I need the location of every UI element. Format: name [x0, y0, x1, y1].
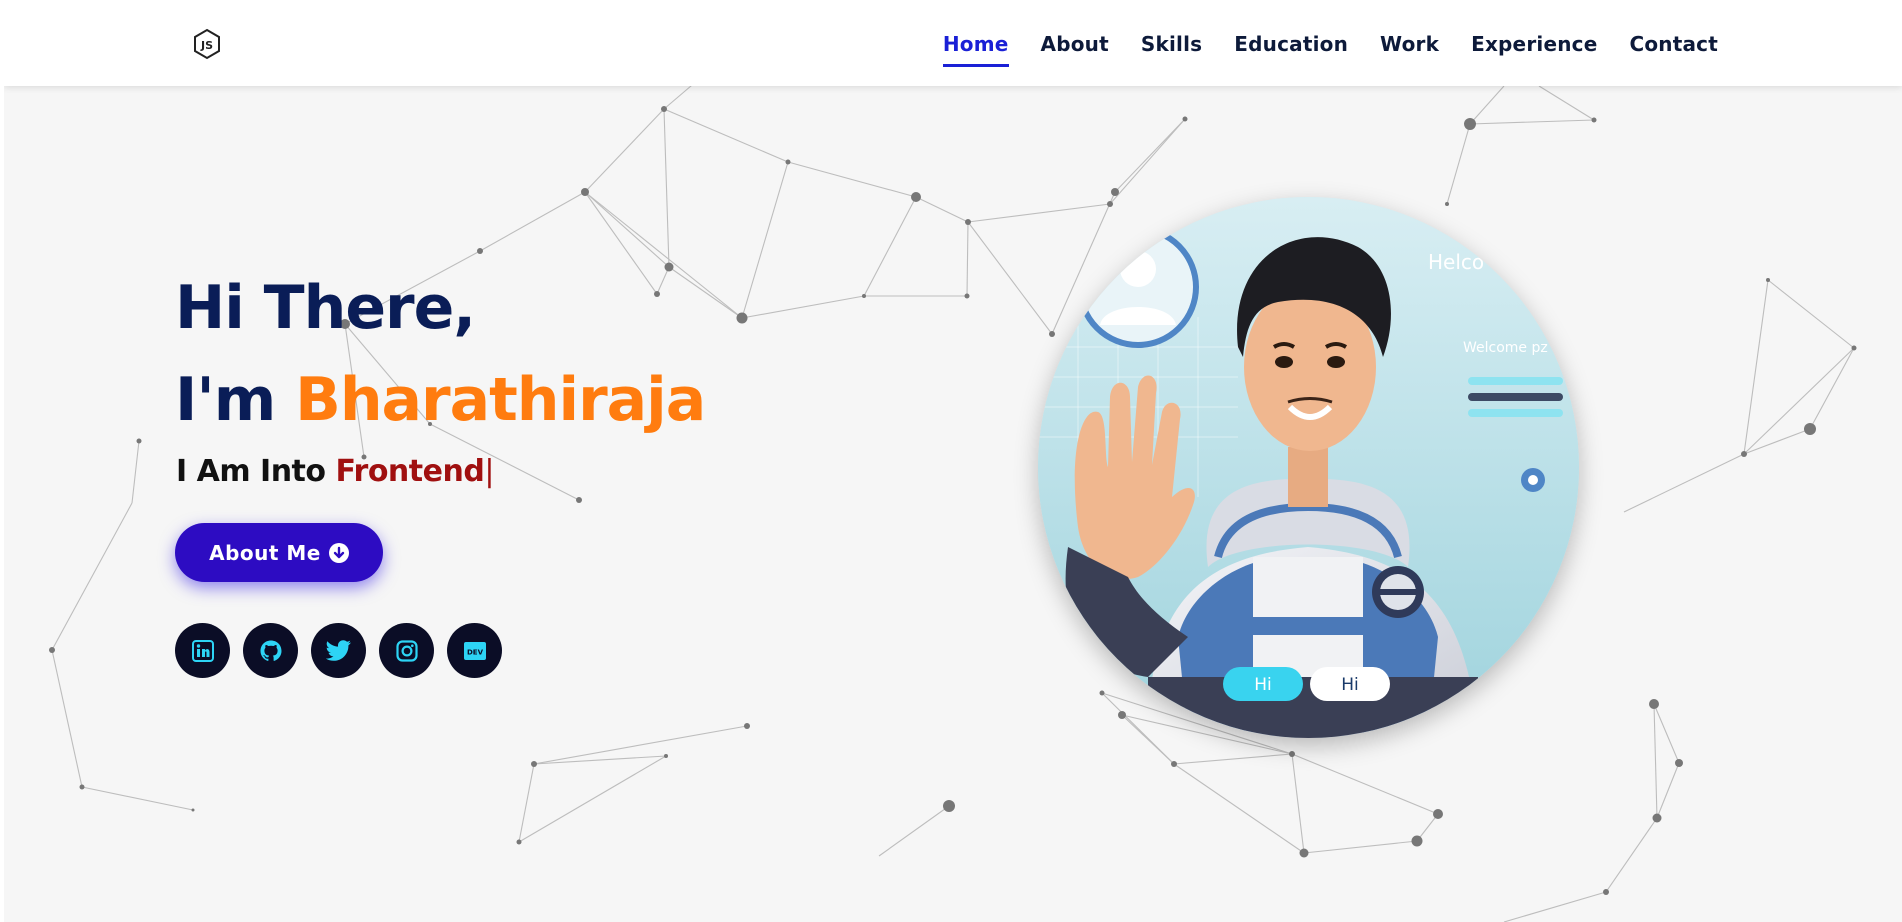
typed-word: Frontend — [335, 454, 485, 489]
nav-link-about[interactable]: About — [1041, 32, 1109, 67]
hi-pill-left: Hi — [1254, 675, 1272, 695]
nodejs-logo-icon[interactable]: JS — [192, 28, 222, 60]
typing-cursor: | — [484, 454, 494, 489]
typing-prefix: I Am Into — [176, 454, 336, 489]
nav-link-education[interactable]: Education — [1234, 32, 1348, 67]
avatar-illustration: Helco Welcome pz Hi Hi — [1038, 197, 1579, 738]
nav-link-work[interactable]: Work — [1380, 32, 1439, 67]
hi-pill-right: Hi — [1341, 675, 1359, 695]
twitter-icon[interactable] — [311, 623, 366, 678]
profile-avatar: Helco Welcome pz Hi Hi — [1038, 197, 1579, 738]
nav-link-skills[interactable]: Skills — [1141, 32, 1202, 67]
top-navbar: JS Home About Skills Education Work Expe… — [4, 4, 1902, 86]
hero-name: Bharathiraja — [295, 365, 706, 435]
screen-text-welcome: Welcome pz — [1463, 340, 1548, 356]
nav-menu: Home About Skills Education Work Experie… — [911, 32, 1718, 67]
social-links: DEV — [175, 623, 502, 678]
github-icon[interactable] — [243, 623, 298, 678]
svg-text:JS: JS — [200, 39, 213, 52]
instagram-icon[interactable] — [379, 623, 434, 678]
nav-link-experience[interactable]: Experience — [1471, 32, 1597, 67]
dev-icon[interactable]: DEV — [447, 623, 502, 678]
typing-line: I Am Into Frontend| — [176, 454, 494, 489]
screen-text-helco: Helco — [1428, 250, 1484, 274]
svg-text:DEV: DEV — [466, 648, 483, 656]
hero-section: Hi There, I'm Bharathiraja I Am Into Fro… — [4, 4, 1902, 922]
arrow-down-circle-icon — [328, 542, 349, 563]
nav-link-contact[interactable]: Contact — [1629, 32, 1718, 67]
linkedin-icon[interactable] — [175, 623, 230, 678]
greeting-line: Hi There, — [175, 273, 476, 343]
about-me-label: About Me — [209, 540, 321, 565]
hero-heading: Hi There, I'm Bharathiraja — [175, 262, 706, 446]
nav-link-home[interactable]: Home — [942, 32, 1009, 67]
about-me-button[interactable]: About Me — [175, 523, 383, 582]
page-frame: JS Home About Skills Education Work Expe… — [4, 4, 1902, 922]
intro-prefix: I'm — [175, 365, 296, 435]
